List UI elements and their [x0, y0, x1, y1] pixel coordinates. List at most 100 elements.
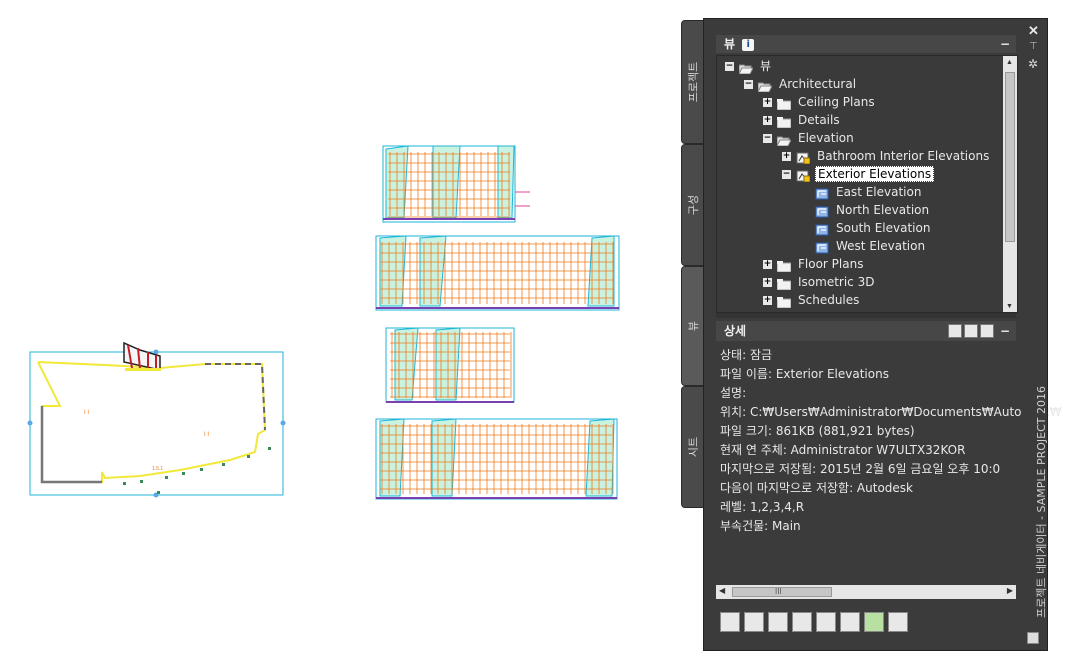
tree-node-label: Details: [798, 113, 840, 127]
details-section-header[interactable]: 상세 −: [716, 321, 1016, 341]
tree-node[interactable]: − Elevation: [763, 129, 856, 147]
expand-icon[interactable]: +: [763, 296, 772, 305]
folder-open-icon: [738, 61, 754, 75]
details-row: 마지막으로 저장됨: 2015년 2월 6일 금요일 오후 10:0: [720, 462, 1001, 476]
palette-title-strip: ✕ ⊤ ✲ 프로젝트 네비게이터 - SAMPLE PROJECT 2016: [1021, 18, 1048, 651]
drawing-canvas[interactable]: I I I I 1.5.1: [0, 0, 680, 668]
tree-node-label: Bathroom Interior Elevations: [817, 149, 990, 163]
tree-node[interactable]: South Elevation: [801, 219, 932, 237]
add-view-icon[interactable]: [744, 612, 764, 632]
tree-vertical-scrollbar[interactable]: ▲ ▼: [1003, 56, 1017, 312]
tree-node-label: Schedules: [798, 293, 860, 307]
folder-icon: [776, 97, 792, 111]
details-section-title: 상세: [724, 324, 747, 338]
folder-icon: [776, 115, 792, 129]
tree-node[interactable]: + Schedules: [763, 291, 861, 309]
tree-node[interactable]: East Elevation: [801, 183, 923, 201]
details-list-icon[interactable]: [964, 324, 978, 338]
tree-node[interactable]: − 뷰: [725, 57, 773, 75]
elevation-drawing-3[interactable]: [385, 327, 515, 403]
details-row: 위치: C:₩Users₩Administrator₩Documents₩Aut…: [720, 405, 1062, 419]
view-icon: [815, 241, 829, 254]
tab-constructs[interactable]: 구성: [681, 144, 705, 266]
details-row: 파일 이름: Exterior Elevations: [720, 367, 889, 381]
views-tree[interactable]: − 뷰 − Architectural + Ceiling Plans + Details − E…: [716, 55, 1018, 313]
project-navigator-palette: 프로젝트 구성 뷰 시트 뷰 i − − 뷰 − Architectural + Ceil…: [681, 18, 1062, 651]
expand-icon[interactable]: +: [763, 278, 772, 287]
elevation-drawing-4[interactable]: [375, 418, 618, 500]
tree-node-label: 뷰: [760, 59, 772, 73]
splitter-handle[interactable]: [716, 313, 1016, 318]
pin-icon[interactable]: ⊤: [1029, 41, 1038, 52]
tree-node-label: East Elevation: [836, 185, 922, 199]
scroll-down-arrow[interactable]: ▼: [1006, 303, 1013, 310]
tree-node[interactable]: − Architectural: [744, 75, 858, 93]
table-icon[interactable]: [840, 612, 860, 632]
view-icon: [815, 187, 829, 200]
details-row: 부속건물: Main: [720, 519, 801, 533]
collapse-icon[interactable]: −: [782, 170, 791, 179]
scroll-left-arrow[interactable]: ◀: [719, 586, 725, 595]
svg-text:I I: I I: [204, 432, 209, 438]
svg-text:I I: I I: [84, 410, 89, 416]
details-toggle-icon[interactable]: [948, 324, 962, 338]
folder-open-icon: [776, 133, 792, 147]
expand-icon[interactable]: +: [782, 152, 791, 161]
tree-node[interactable]: + Bathroom Interior Elevations: [782, 147, 991, 165]
tree-node[interactable]: − Exterior Elevations: [782, 165, 935, 183]
tree-node-label: North Elevation: [836, 203, 930, 217]
tree-node-label: South Elevation: [836, 221, 931, 235]
tree-node-label: Ceiling Plans: [798, 95, 875, 109]
expand-icon[interactable]: +: [763, 116, 772, 125]
tree-node[interactable]: North Elevation: [801, 201, 931, 219]
copy-icon[interactable]: [792, 612, 812, 632]
refresh-icon[interactable]: [864, 612, 884, 632]
regenerate-icon[interactable]: [768, 612, 788, 632]
scroll-up-arrow[interactable]: ▲: [1006, 59, 1013, 66]
collapse-views-button[interactable]: −: [1000, 35, 1010, 53]
elevation-drawing-2[interactable]: [375, 235, 620, 311]
hscroll-thumb[interactable]: III: [732, 587, 832, 597]
close-icon[interactable]: ✕: [1028, 23, 1039, 39]
expand-icon[interactable]: +: [763, 260, 772, 269]
tree-node-label: Floor Plans: [798, 257, 864, 271]
tree-node-label: Elevation: [798, 131, 854, 145]
tab-sheets[interactable]: 시트: [681, 386, 705, 508]
tree-node[interactable]: + Ceiling Plans: [763, 93, 877, 111]
collapse-icon[interactable]: −: [763, 134, 772, 143]
collapse-details-button[interactable]: −: [1000, 321, 1010, 341]
details-horizontal-scrollbar[interactable]: ◀ III ▶: [716, 585, 1016, 599]
tree-node[interactable]: + Isometric 3D: [763, 273, 876, 291]
views-section-title: 뷰: [724, 37, 736, 51]
expand-icon[interactable]: +: [763, 98, 772, 107]
repath-icon[interactable]: [888, 612, 908, 632]
tab-project[interactable]: 프로젝트: [681, 20, 705, 144]
views-section-header[interactable]: 뷰 i −: [716, 35, 1016, 53]
collapse-icon[interactable]: −: [725, 62, 734, 71]
folder-icon: [776, 295, 792, 309]
tree-node[interactable]: West Elevation: [801, 237, 927, 255]
settings-icon[interactable]: ✲: [1028, 57, 1038, 71]
palette-title: 프로젝트 네비게이터 - SAMPLE PROJECT 2016: [1035, 386, 1048, 618]
details-preview-icon[interactable]: [980, 324, 994, 338]
collapse-icon[interactable]: −: [744, 80, 753, 89]
elevation-drawing-1[interactable]: [382, 145, 530, 223]
scroll-right-arrow[interactable]: ▶: [1007, 586, 1013, 595]
scroll-thumb[interactable]: [1005, 72, 1015, 242]
floor-plan-drawing[interactable]: I I I I 1.5.1: [27, 341, 286, 498]
pointer-icon[interactable]: [816, 612, 836, 632]
tree-node[interactable]: + Floor Plans: [763, 255, 865, 273]
view-icon: [815, 205, 829, 218]
tree-node[interactable]: + Details: [763, 111, 842, 129]
view-icon: [815, 223, 829, 236]
details-row: 설명:: [720, 386, 747, 400]
new-view-icon[interactable]: [720, 612, 740, 632]
tree-node-label: Exterior Elevations: [815, 166, 935, 182]
info-icon[interactable]: i: [742, 38, 755, 51]
details-row: 파일 크기: 861KB (881,921 bytes): [720, 424, 915, 438]
tree-node-label: West Elevation: [836, 239, 926, 253]
tree-node-label: Architectural: [779, 77, 857, 91]
locked-drawing-icon: [796, 151, 811, 165]
tab-views[interactable]: 뷰: [681, 266, 705, 386]
properties-icon[interactable]: [1027, 632, 1039, 644]
